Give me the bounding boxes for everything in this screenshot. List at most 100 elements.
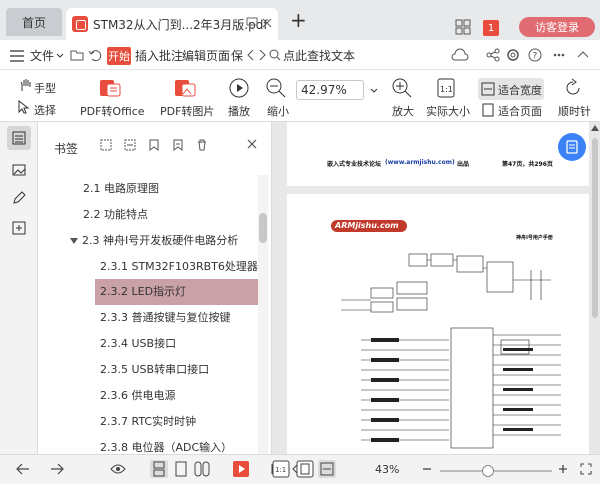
zoom-slider-knob[interactable] — [482, 465, 495, 477]
menu-page[interactable]: 页面 — [206, 47, 230, 64]
fit-width-button[interactable]: 适合宽度 — [478, 78, 544, 100]
help-icon[interactable]: ? — [528, 48, 542, 62]
bookmark-panel-button[interactable] — [7, 126, 31, 150]
add-bookmark-icon[interactable] — [148, 139, 160, 151]
attachment-panel-button[interactable] — [7, 216, 31, 240]
menu-edit[interactable]: 编辑 — [182, 47, 206, 64]
two-page-view-icon[interactable] — [194, 461, 210, 477]
undo-icon[interactable] — [88, 48, 102, 62]
fit-width-icon — [481, 82, 495, 96]
actual-size-status-icon[interactable]: 1:1 — [272, 460, 290, 478]
scrollbar-thumb[interactable] — [592, 138, 598, 318]
menu-icon[interactable] — [10, 50, 24, 62]
single-page-view-icon[interactable] — [150, 460, 168, 478]
bookmark-item-selected[interactable]: 2.3.2 LED指示灯 — [95, 279, 258, 305]
bookmark-scrollbar[interactable] — [258, 175, 268, 455]
bookmark-label: 2.3.1 STM32F103RBT6处理器 — [100, 260, 258, 273]
tab-document[interactable]: STM32从入门到...2年3月版.pdf — [66, 8, 278, 40]
login-label: 访客登录 — [535, 21, 579, 34]
fit-page-button[interactable]: 适合页面 — [498, 103, 542, 119]
zoom-out-icon — [266, 78, 286, 98]
hand-tool-label[interactable]: 手型 — [34, 80, 56, 96]
grid-icon[interactable] — [455, 19, 471, 35]
pdf-to-office-button[interactable]: PDF转Office — [80, 103, 145, 119]
select-tool-label[interactable]: 选择 — [34, 102, 56, 118]
visitor-login-button[interactable]: 访客登录 — [519, 17, 595, 37]
bookmark-item[interactable]: 2.1 电路原理图 — [38, 176, 258, 202]
zoom-input[interactable]: 42.97% — [296, 80, 364, 100]
zoom-out-button[interactable]: 缩小 — [267, 103, 289, 119]
select-cursor-icon — [18, 100, 30, 114]
rotate-clockwise-icon — [566, 78, 580, 95]
slideshow-icon[interactable] — [233, 461, 249, 477]
annotation-panel-button[interactable] — [7, 186, 31, 210]
menu-start[interactable]: 开始 — [107, 47, 131, 65]
page-view-icon[interactable] — [174, 461, 188, 477]
close-icon[interactable] — [262, 18, 272, 28]
monitor-icon[interactable] — [246, 17, 258, 29]
bookmark-label: 2.3 神舟I号开发板硬件电路分析 — [82, 234, 239, 247]
close-panel-button[interactable] — [247, 137, 257, 153]
floating-tool-button[interactable] — [558, 133, 586, 161]
chevron-down-icon — [56, 53, 64, 58]
scroll-up-icon[interactable] — [591, 125, 599, 131]
share-icon[interactable] — [486, 48, 500, 62]
image-icon — [12, 164, 26, 176]
bookmark-item[interactable]: 2.3.1 STM32F103RBT6处理器 — [38, 254, 258, 280]
bookmark-panel-header: 书签 — [38, 122, 272, 168]
eye-icon[interactable] — [110, 463, 126, 475]
menu-file[interactable]: 文件 — [30, 47, 54, 64]
chevron-right-icon[interactable] — [258, 49, 266, 61]
expand-triangle-icon[interactable] — [70, 238, 78, 244]
menu-protect[interactable]: 保 — [231, 47, 243, 64]
zoom-slider[interactable] — [440, 470, 552, 472]
zoom-out-small-icon[interactable] — [422, 464, 432, 474]
bookmark-item[interactable]: 2.3.8 电位器（ADC输入） — [38, 435, 258, 454]
collapse-icon[interactable] — [577, 50, 589, 58]
bookmark-item[interactable]: 2.3 神舟I号开发板硬件电路分析 — [38, 228, 258, 254]
bookmark-label: 2.3.7 RTC实时时钟 — [100, 415, 197, 428]
more-icon[interactable] — [553, 53, 565, 57]
fullscreen-icon[interactable] — [580, 463, 592, 475]
play-button[interactable]: 播放 — [228, 103, 250, 119]
zoom-in-small-icon[interactable] — [558, 464, 568, 474]
bookmark-item[interactable]: 2.3.6 供电电源 — [38, 383, 258, 409]
menu-insert[interactable]: 插入 — [135, 47, 159, 64]
bookmark-item[interactable]: 2.2 功能特点 — [38, 202, 258, 228]
zoom-in-button[interactable]: 放大 — [392, 103, 414, 119]
pdf-file-icon — [72, 16, 88, 32]
search-icon[interactable] — [269, 49, 281, 61]
bookmark-item[interactable]: 2.3.4 USB接口 — [38, 331, 258, 357]
delete-bookmark-icon[interactable] — [196, 139, 208, 151]
actual-size-button[interactable]: 实际大小 — [426, 103, 470, 119]
zoom-dropdown-icon[interactable] — [370, 88, 378, 94]
find-text-field[interactable]: 点此查找文本 — [283, 47, 355, 64]
collapse-all-icon[interactable] — [124, 139, 136, 151]
pdf-to-image-button[interactable]: PDF转图片 — [160, 103, 214, 119]
expand-all-icon[interactable] — [100, 139, 112, 151]
left-rail — [0, 122, 38, 454]
document-view[interactable]: 嵌入式专业技术论坛 (www.armjishu.com) 出品 第47页，共29… — [272, 122, 600, 454]
pdf-to-office-icon — [100, 80, 121, 97]
fit-page-status-icon[interactable] — [296, 460, 314, 478]
menu-annotate[interactable]: 批注 — [159, 47, 183, 64]
thumbnail-panel-button[interactable] — [7, 158, 31, 182]
scrollbar-thumb[interactable] — [259, 213, 267, 243]
bookmark-item[interactable]: 2.3.5 USB转串口接口 — [38, 357, 258, 383]
rotate-clockwise-button[interactable]: 顺时针 — [558, 103, 591, 119]
forward-icon[interactable] — [50, 463, 64, 475]
new-tab-button[interactable]: + — [290, 8, 307, 32]
tab-home[interactable]: 首页 — [6, 8, 62, 36]
edit-bookmark-icon[interactable] — [172, 139, 184, 151]
bookmark-item[interactable]: 2.3.3 普通按键与复位按键 — [38, 305, 258, 331]
bookmark-item[interactable]: 2.3.7 RTC实时时钟 — [38, 409, 258, 435]
gear-icon[interactable] — [506, 48, 520, 62]
back-icon[interactable] — [16, 463, 30, 475]
fit-width-status-icon[interactable] — [318, 460, 336, 478]
open-folder-icon[interactable] — [70, 48, 84, 62]
chevron-left-icon[interactable] — [247, 49, 255, 61]
notification-badge[interactable]: 1 — [483, 20, 499, 36]
play-icon — [229, 78, 249, 98]
document-scrollbar[interactable] — [590, 122, 600, 454]
cloud-icon[interactable] — [451, 48, 469, 62]
